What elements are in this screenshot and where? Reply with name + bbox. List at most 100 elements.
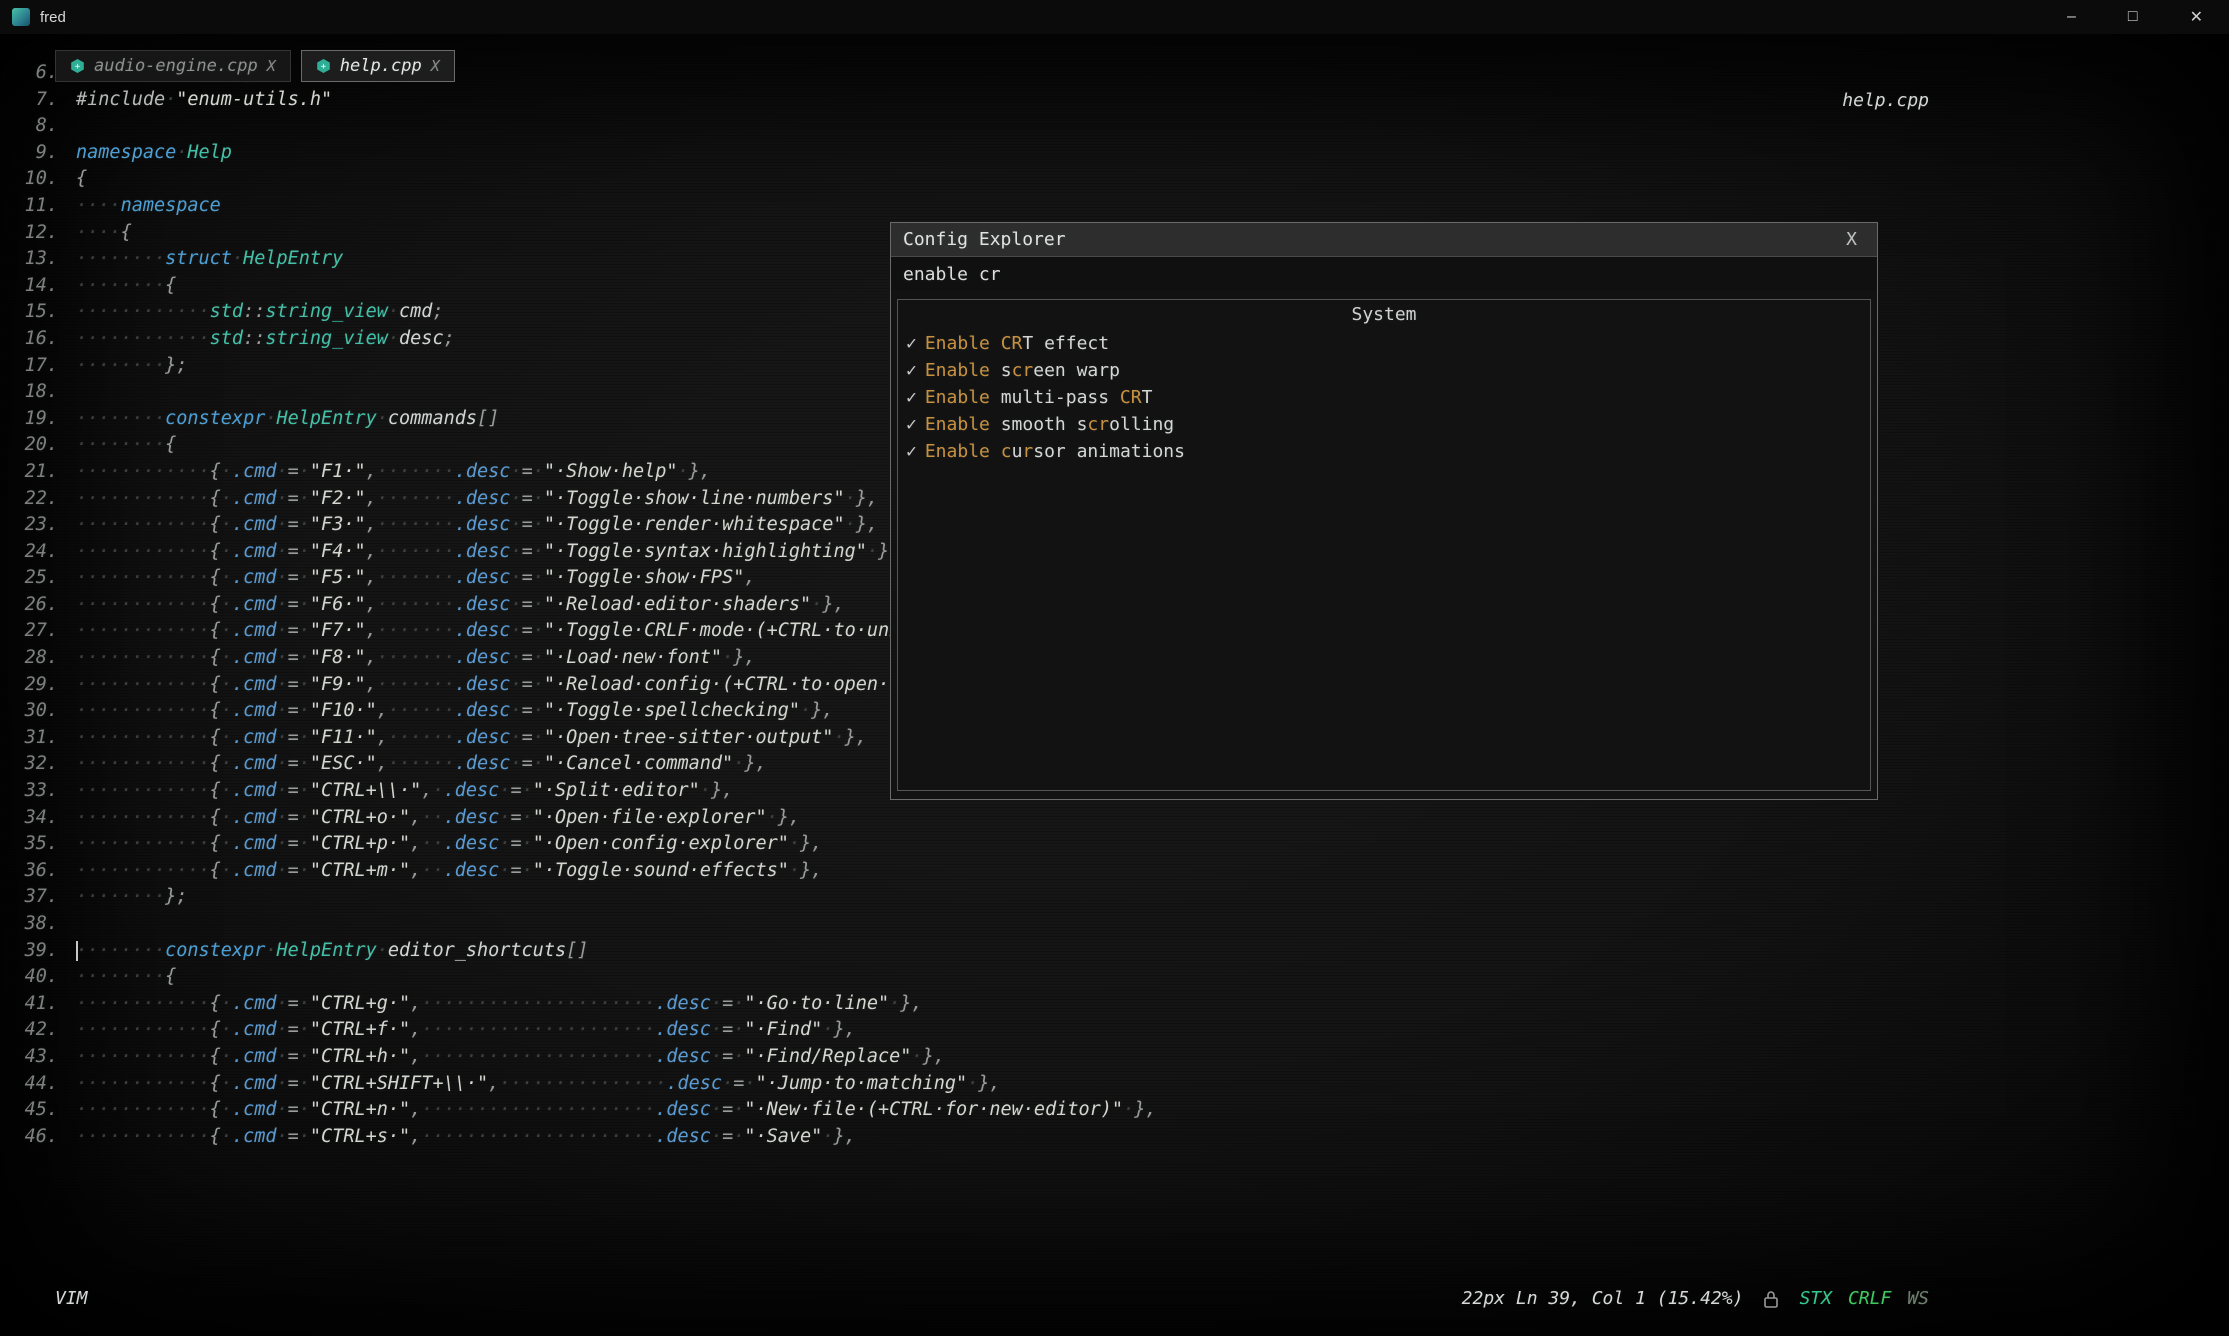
svg-text:+: + bbox=[321, 62, 327, 72]
popup-header: Config Explorer X bbox=[891, 223, 1877, 257]
checkbox-checked-icon[interactable]: ✓ bbox=[906, 333, 917, 354]
titlebar: fred – □ ✕ bbox=[0, 0, 2229, 34]
code-line-content: ············{·.cmd·=·"CTRL+s·",·········… bbox=[76, 1124, 856, 1151]
line-number: 32. bbox=[18, 751, 76, 778]
line-number: 38. bbox=[18, 911, 76, 938]
line-number: 10. bbox=[18, 166, 76, 193]
code-line-content: ············{·.cmd·=·"F9·",·······.desc·… bbox=[76, 672, 934, 699]
checkbox-checked-icon[interactable]: ✓ bbox=[906, 360, 917, 381]
code-line: 35.············{·.cmd·=·"CTRL+p·",··.des… bbox=[18, 831, 2229, 858]
window-controls: – □ ✕ bbox=[2067, 7, 2229, 27]
config-section-header: System bbox=[898, 300, 1870, 330]
window-title: fred bbox=[40, 9, 66, 26]
popup-close-button[interactable]: X bbox=[1838, 229, 1865, 250]
config-options-panel: System ✓Enable CRT effect✓Enable screen … bbox=[897, 299, 1871, 791]
tab-close-icon[interactable]: X bbox=[431, 57, 440, 75]
tab-label: help.cpp bbox=[340, 56, 422, 76]
line-number: 14. bbox=[18, 273, 76, 300]
line-number: 35. bbox=[18, 831, 76, 858]
config-option[interactable]: ✓ Enable cursor animations bbox=[898, 438, 1870, 465]
app-logo-icon bbox=[12, 8, 30, 26]
status-flag-stx: STX bbox=[1799, 1288, 1832, 1309]
editor-mode-indicator: VIM bbox=[55, 1288, 88, 1309]
code-line-content: namespace·Help bbox=[76, 140, 232, 167]
line-number: 34. bbox=[18, 805, 76, 832]
tab-close-icon[interactable]: X bbox=[267, 57, 276, 75]
line-number: 41. bbox=[18, 991, 76, 1018]
cursor-position-indicator: 22px Ln 39, Col 1 (15.42%) bbox=[1462, 1288, 1744, 1309]
line-number: 26. bbox=[18, 592, 76, 619]
code-line-content: ············{·.cmd·=·"CTRL+h·",·········… bbox=[76, 1044, 945, 1071]
code-line: 45.············{·.cmd·=·"CTRL+n·",······… bbox=[18, 1097, 2229, 1124]
filename-overlay: help.cpp bbox=[1842, 90, 1929, 111]
line-number: 21. bbox=[18, 459, 76, 486]
line-number: 31. bbox=[18, 725, 76, 752]
config-option[interactable]: ✓Enable CRT effect bbox=[898, 330, 1870, 357]
checkbox-checked-icon[interactable]: ✓ bbox=[906, 441, 917, 462]
config-option[interactable]: ✓Enable multi-pass CRT bbox=[898, 384, 1870, 411]
code-line-content: ············{·.cmd·=·"CTRL+n·",·········… bbox=[76, 1097, 1156, 1124]
code-line-content: ············{·.cmd·=·"F5·",·······.desc·… bbox=[76, 565, 755, 592]
line-number: 17. bbox=[18, 353, 76, 380]
status-flag-ws: WS bbox=[1907, 1288, 1929, 1309]
checkbox-checked-icon[interactable]: ✓ bbox=[906, 387, 917, 408]
code-line-content: ············std::string_view·cmd; bbox=[76, 299, 444, 326]
tab-help-cpp[interactable]: + help.cpp X bbox=[301, 50, 455, 82]
close-button[interactable]: ✕ bbox=[2190, 7, 2203, 27]
code-line-content: ········constexpr·HelpEntry·commands[] bbox=[76, 406, 499, 433]
code-line: 38. bbox=[18, 911, 2229, 938]
line-number: 18. bbox=[18, 379, 76, 406]
line-number: 39. bbox=[18, 938, 76, 965]
line-number: 24. bbox=[18, 539, 76, 566]
code-line-content: ············{·.cmd·=·"F3·",·······.desc·… bbox=[76, 512, 878, 539]
line-number: 12. bbox=[18, 220, 76, 247]
config-option-label: Enable cursor animations bbox=[925, 441, 1185, 462]
code-line-content: ············{·.cmd·=·"CTRL+g·",·········… bbox=[76, 991, 923, 1018]
code-line: 41.············{·.cmd·=·"CTRL+g·",······… bbox=[18, 991, 2229, 1018]
tab-label: audio-engine.cpp bbox=[94, 56, 258, 76]
config-option-label: Enable smooth scrolling bbox=[925, 414, 1174, 435]
config-option[interactable]: ✓ Enable smooth scrolling bbox=[898, 411, 1870, 438]
line-number: 37. bbox=[18, 884, 76, 911]
code-line-content: ············{·.cmd·=·"F10·",······.desc·… bbox=[76, 698, 833, 725]
code-line: 8. bbox=[18, 113, 2229, 140]
line-number: 23. bbox=[18, 512, 76, 539]
code-line-content: ············{·.cmd·=·"CTRL+\\·",·.desc·=… bbox=[76, 778, 733, 805]
maximize-button[interactable]: □ bbox=[2128, 8, 2138, 26]
code-line-content: ············{·.cmd·=·"CTRL+p·",··.desc·=… bbox=[76, 831, 822, 858]
line-number: 29. bbox=[18, 672, 76, 699]
code-line-content: ············{·.cmd·=·"CTRL+m·",··.desc·=… bbox=[76, 858, 822, 885]
status-right-cluster: 22px Ln 39, Col 1 (15.42%) STXCRLFWS bbox=[1462, 1288, 1929, 1309]
minimize-button[interactable]: – bbox=[2067, 8, 2076, 26]
line-number: 7. bbox=[18, 87, 76, 114]
tab-bar: + audio-engine.cpp X + help.cpp X bbox=[55, 50, 455, 82]
tab-audio-engine-cpp[interactable]: + audio-engine.cpp X bbox=[55, 50, 291, 82]
code-line: 46.············{·.cmd·=·"CTRL+s·",······… bbox=[18, 1124, 2229, 1151]
line-number: 33. bbox=[18, 778, 76, 805]
code-line: 10.{ bbox=[18, 166, 2229, 193]
code-line-content: ········constexpr·HelpEntry·editor_short… bbox=[76, 938, 588, 965]
line-number: 30. bbox=[18, 698, 76, 725]
code-line-content: ············{·.cmd·=·"CTRL+o·",··.desc·=… bbox=[76, 805, 800, 832]
config-option[interactable]: ✓Enable screen warp bbox=[898, 357, 1870, 384]
code-line-content: ········{ bbox=[76, 964, 176, 991]
code-line-content: { bbox=[76, 166, 87, 193]
popup-title: Config Explorer bbox=[903, 229, 1066, 250]
code-line: 39.········constexpr·HelpEntry·editor_sh… bbox=[18, 938, 2229, 965]
code-line-content: ············{·.cmd·=·"F2·",·······.desc·… bbox=[76, 486, 878, 513]
code-line-content: ············std::string_view·desc; bbox=[76, 326, 455, 353]
code-line-content: ········{ bbox=[76, 432, 176, 459]
line-number: 22. bbox=[18, 486, 76, 513]
code-line-content: ········{ bbox=[76, 273, 176, 300]
app-window: fred – □ ✕ +audio-engine.cppX+help.cppX … bbox=[0, 0, 2229, 1336]
code-line-content: ········struct·HelpEntry bbox=[76, 246, 343, 273]
status-bar: VIM 22px Ln 39, Col 1 (15.42%) STXCRLFWS bbox=[0, 1288, 2229, 1318]
config-explorer-popup: Config Explorer X enable cr System ✓Enab… bbox=[890, 222, 1878, 800]
config-search-input[interactable]: enable cr bbox=[891, 257, 1877, 291]
code-line-content: #include·"enum-utils.h" bbox=[76, 87, 332, 114]
code-line-content: ············{·.cmd·=·"F4·",·······.desc·… bbox=[76, 539, 900, 566]
svg-text:+: + bbox=[75, 62, 81, 72]
code-line-content: ············{·.cmd·=·"F1·",·······.desc·… bbox=[76, 459, 711, 486]
checkbox-checked-icon[interactable]: ✓ bbox=[906, 414, 917, 435]
code-line: 11.····namespace bbox=[18, 193, 2229, 220]
